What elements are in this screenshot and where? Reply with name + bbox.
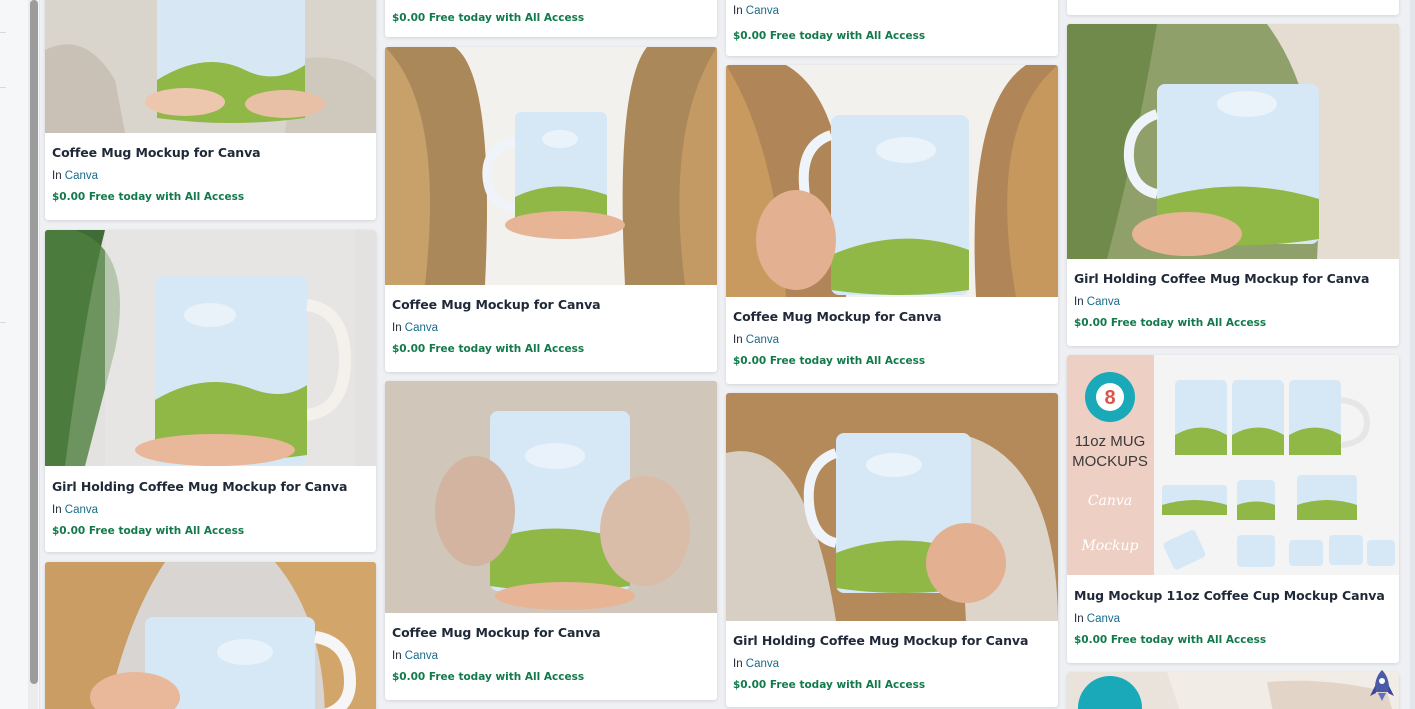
promo-count: 8 (1104, 387, 1115, 409)
promo-script1: Canva (1088, 493, 1132, 509)
category-line: In Canva (733, 658, 780, 670)
product-thumbnail[interactable] (385, 381, 717, 613)
product-title[interactable]: Coffee Mug Mockup for Canva (52, 145, 369, 160)
product-thumbnail[interactable] (45, 230, 376, 466)
product-title[interactable]: Coffee Mug Mockup for Canva (392, 297, 710, 312)
category-line: In Canva (392, 650, 439, 662)
results-grid-viewport: Coffee Mug Mockup for Canva In Canva $0.… (0, 0, 1415, 709)
category-link[interactable]: Canva (746, 658, 779, 670)
scrollbar-thumb[interactable] (30, 0, 38, 684)
product-thumbnail[interactable] (726, 393, 1058, 621)
product-thumbnail[interactable] (726, 65, 1058, 297)
category-link[interactable]: Canva (746, 5, 779, 17)
product-card[interactable] (45, 562, 376, 709)
promo-line2: MOCKUPS (1072, 453, 1148, 470)
promo-script2: Mockup (1080, 538, 1138, 554)
category-line: In Canva (1074, 613, 1121, 625)
product-thumbnail[interactable] (385, 47, 717, 285)
price-label: $0.00 Free today with All Access (52, 525, 245, 537)
product-card[interactable] (1067, 672, 1399, 709)
category-link[interactable]: Canva (1087, 296, 1120, 308)
product-card[interactable]: Girl Holding Coffee Mug Mockup for Canva… (45, 230, 376, 552)
product-thumbnail[interactable] (1067, 24, 1399, 259)
product-thumbnail[interactable] (45, 0, 376, 133)
category-link[interactable]: Canva (746, 334, 779, 346)
rocket-icon[interactable] (1368, 668, 1396, 704)
promo-line1: 11oz MUG (1075, 433, 1146, 450)
price-label: $0.00 Free today with All Access (1074, 634, 1267, 646)
product-thumbnail[interactable]: 8 11oz MUG MOCKUPS Canva Mockup (1067, 355, 1399, 575)
category-link[interactable]: Canva (405, 650, 438, 662)
price-label: $0.00 Free today with All Access (1074, 317, 1267, 329)
product-thumbnail[interactable] (45, 562, 376, 709)
category-link[interactable]: Canva (65, 170, 98, 182)
product-card[interactable]: Coffee Mug Mockup for Canva In Canva $0.… (385, 381, 717, 700)
product-card[interactable]: Girl Holding Coffee Mug Mockup for Canva… (726, 393, 1058, 707)
category-line: In Canva (52, 504, 99, 516)
product-title[interactable]: Coffee Mug Mockup for Canva (392, 625, 710, 640)
product-card[interactable]: Coffee Mug Mockup for Canva In Canva $0.… (726, 65, 1058, 384)
price-label: $0.00 Free today with All Access (52, 191, 245, 203)
product-card-partial[interactable] (1067, 0, 1399, 15)
product-title[interactable]: Girl Holding Coffee Mug Mockup for Canva (52, 479, 369, 494)
category-link[interactable]: Canva (1087, 613, 1120, 625)
product-card-partial[interactable]: In Canva $0.00 Free today with All Acces… (726, 0, 1058, 56)
price-label: $0.00 Free today with All Access (733, 679, 926, 691)
product-card[interactable]: Coffee Mug Mockup for Canva In Canva $0.… (385, 47, 717, 372)
price-label: $0.00 Free today with All Access (733, 30, 926, 42)
product-title[interactable]: Mug Mockup 11oz Coffee Cup Mockup Canva (1074, 588, 1392, 603)
product-card-partial[interactable]: $0.00 Free today with All Access (385, 0, 717, 37)
category-link[interactable]: Canva (65, 504, 98, 516)
category-line: In Canva (1074, 296, 1121, 308)
product-thumbnail[interactable] (1067, 672, 1399, 709)
category-line: In Canva (52, 170, 99, 182)
category-line: In Canva (392, 322, 439, 334)
price-label: $0.00 Free today with All Access (733, 355, 926, 367)
product-title[interactable]: Girl Holding Coffee Mug Mockup for Canva (733, 633, 1051, 648)
price-label: $0.00 Free today with All Access (392, 343, 585, 355)
product-card[interactable]: Girl Holding Coffee Mug Mockup for Canva… (1067, 24, 1399, 346)
price-label: $0.00 Free today with All Access (392, 671, 585, 683)
price-label: $0.00 Free today with All Access (392, 12, 585, 24)
product-card[interactable]: 8 11oz MUG MOCKUPS Canva Mockup Mug Mock… (1067, 355, 1399, 663)
category-link[interactable]: Canva (405, 322, 438, 334)
product-card[interactable]: Coffee Mug Mockup for Canva In Canva $0.… (45, 0, 376, 220)
product-title[interactable]: Coffee Mug Mockup for Canva (733, 309, 1051, 324)
category-line: In Canva (733, 5, 780, 17)
product-title[interactable]: Girl Holding Coffee Mug Mockup for Canva (1074, 271, 1392, 286)
right-page-edge (1410, 0, 1415, 709)
category-line: In Canva (733, 334, 780, 346)
